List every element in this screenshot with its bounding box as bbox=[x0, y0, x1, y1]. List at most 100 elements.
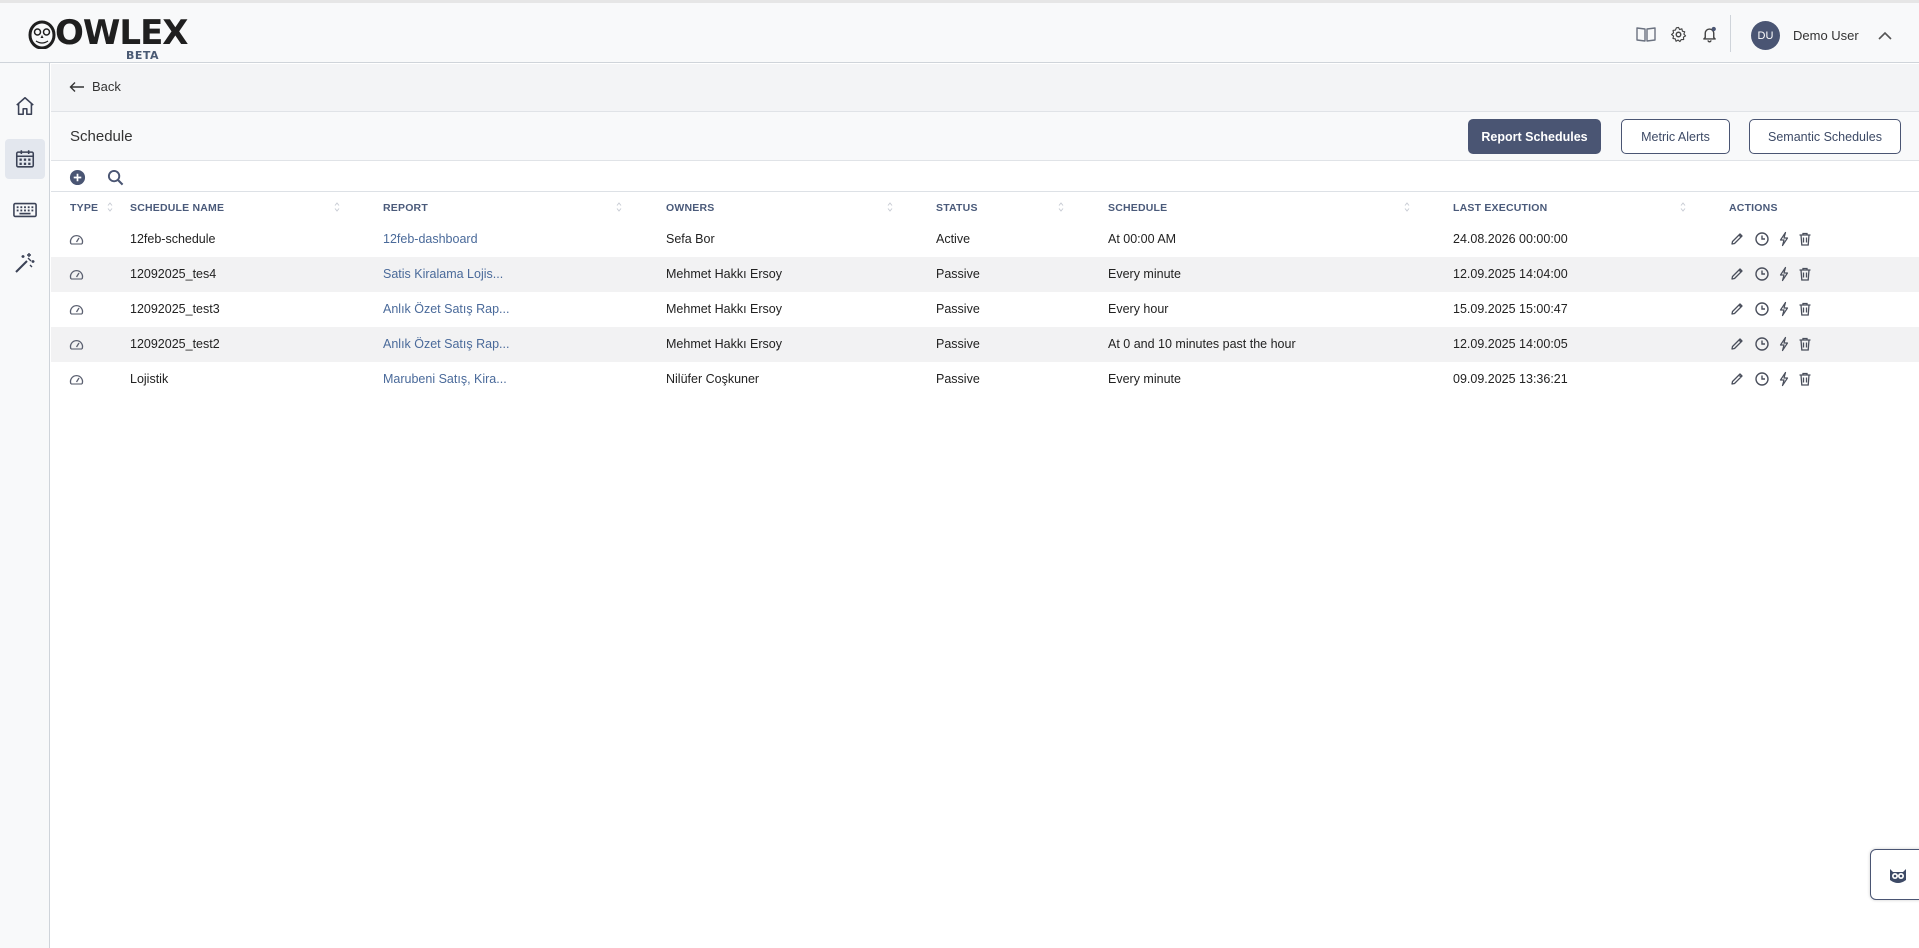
table-header: TYPE SCHEDULE NAME REPORT OWNERS STATUS … bbox=[51, 193, 1919, 222]
delete-icon[interactable] bbox=[1797, 301, 1813, 317]
history-icon[interactable] bbox=[1754, 336, 1770, 352]
chevron-up-icon[interactable] bbox=[1876, 27, 1894, 45]
cell-schedule: Every minute bbox=[1108, 267, 1181, 281]
sort-icon[interactable] bbox=[1404, 201, 1410, 213]
sort-icon[interactable] bbox=[334, 201, 340, 213]
cell-report-link[interactable]: 12feb-dashboard bbox=[383, 232, 478, 246]
run-now-icon[interactable] bbox=[1776, 301, 1792, 317]
cell-report-link[interactable]: Anlık Özet Satış Rap... bbox=[383, 302, 509, 316]
sort-icon[interactable] bbox=[1058, 201, 1064, 213]
column-header-schedule-name[interactable]: SCHEDULE NAME bbox=[130, 202, 224, 214]
cell-status: Passive bbox=[936, 337, 980, 351]
speedometer-icon bbox=[69, 339, 84, 350]
run-now-icon[interactable] bbox=[1776, 371, 1792, 387]
sidebar-item-home[interactable] bbox=[5, 86, 45, 126]
column-header-schedule[interactable]: SCHEDULE bbox=[1108, 202, 1167, 214]
sidebar-item-wizard[interactable] bbox=[5, 243, 45, 283]
run-now-icon[interactable] bbox=[1776, 336, 1792, 352]
cell-schedule-name: Lojistik bbox=[130, 372, 169, 386]
cell-schedule-name: 12092025_tes4 bbox=[130, 267, 217, 281]
schedules-table: TYPE SCHEDULE NAME REPORT OWNERS STATUS … bbox=[51, 193, 1919, 397]
speedometer-icon bbox=[69, 234, 84, 245]
user-name[interactable]: Demo User bbox=[1793, 28, 1859, 43]
cell-owners: Mehmet Hakkı Ersoy bbox=[666, 267, 783, 281]
cell-schedule-name: 12092025_test2 bbox=[130, 337, 220, 351]
column-header-report[interactable]: REPORT bbox=[383, 202, 428, 214]
search-icon[interactable] bbox=[107, 169, 124, 186]
cell-owners: Mehmet Hakkı Ersoy bbox=[666, 302, 783, 316]
assistant-button[interactable] bbox=[1870, 849, 1919, 900]
back-bar: Back bbox=[51, 64, 1919, 112]
table-row[interactable]: 12092025_test2 Anlık Özet Satış Rap... Meh… bbox=[51, 327, 1919, 362]
edit-icon[interactable] bbox=[1729, 371, 1745, 387]
cell-last-execution: 24.08.2026 00:00:00 bbox=[1453, 232, 1568, 246]
sort-icon[interactable] bbox=[1680, 201, 1686, 213]
gear-icon[interactable] bbox=[1668, 24, 1688, 44]
run-now-icon[interactable] bbox=[1776, 266, 1792, 282]
top-bar: OWLEX BETA DU Demo User bbox=[0, 0, 1919, 63]
cell-report-link[interactable]: Anlık Özet Satış Rap... bbox=[383, 337, 509, 351]
cell-report-link[interactable]: Satis Kiralama Lojis... bbox=[383, 267, 503, 281]
cell-owners: Mehmet Hakkı Ersoy bbox=[666, 337, 783, 351]
speedometer-icon bbox=[69, 304, 84, 315]
run-now-icon[interactable] bbox=[1776, 231, 1792, 247]
history-icon[interactable] bbox=[1754, 371, 1770, 387]
back-button[interactable]: Back bbox=[69, 79, 121, 94]
column-header-owners[interactable]: OWNERS bbox=[666, 202, 714, 214]
delete-icon[interactable] bbox=[1797, 231, 1813, 247]
back-label: Back bbox=[92, 79, 121, 94]
cell-last-execution: 12.09.2025 14:04:00 bbox=[1453, 267, 1568, 281]
cell-report-link[interactable]: Marubeni Satış, Kira... bbox=[383, 372, 507, 386]
sort-icon[interactable] bbox=[887, 201, 893, 213]
tab-semantic-schedules[interactable]: Semantic Schedules bbox=[1749, 119, 1901, 154]
column-header-type[interactable]: TYPE bbox=[70, 202, 98, 214]
logo-wordmark: OWLEX bbox=[55, 13, 189, 53]
cell-owners: Nilüfer Coşkuner bbox=[666, 372, 760, 386]
cell-schedule: At 0 and 10 minutes past the hour bbox=[1108, 337, 1296, 351]
column-header-actions: ACTIONS bbox=[1729, 202, 1778, 214]
sidebar-item-schedule[interactable] bbox=[5, 139, 45, 179]
delete-icon[interactable] bbox=[1797, 336, 1813, 352]
keyboard-icon bbox=[13, 202, 37, 218]
bell-icon[interactable] bbox=[1699, 24, 1719, 44]
table-row[interactable]: 12feb-schedule 12feb-dashboard Sefa Bor Act… bbox=[51, 222, 1919, 257]
edit-icon[interactable] bbox=[1729, 231, 1745, 247]
tab-report-schedules[interactable]: Report Schedules bbox=[1468, 119, 1601, 154]
cell-status: Passive bbox=[936, 302, 980, 316]
sidebar bbox=[0, 63, 50, 948]
cell-schedule: Every hour bbox=[1108, 302, 1169, 316]
sidebar-item-keyboard[interactable] bbox=[5, 190, 45, 230]
table-row[interactable]: Lojistik Marubeni Satış, Kira... Nilüfer C… bbox=[51, 362, 1919, 397]
magic-wand-icon bbox=[15, 253, 35, 273]
cell-owners: Sefa Bor bbox=[666, 232, 715, 246]
sort-icon[interactable] bbox=[107, 201, 113, 213]
owl-logo-icon bbox=[28, 20, 56, 49]
delete-icon[interactable] bbox=[1797, 266, 1813, 282]
calendar-icon bbox=[15, 150, 35, 168]
speedometer-icon bbox=[69, 269, 84, 280]
cell-schedule-name: 12feb-schedule bbox=[130, 232, 216, 246]
add-icon[interactable] bbox=[69, 169, 86, 186]
cell-status: Passive bbox=[936, 372, 980, 386]
table-toolbar bbox=[51, 162, 1919, 192]
cell-schedule: Every minute bbox=[1108, 372, 1181, 386]
edit-icon[interactable] bbox=[1729, 301, 1745, 317]
schedule-header: Schedule Report Schedules Metric Alerts … bbox=[51, 112, 1919, 161]
history-icon[interactable] bbox=[1754, 301, 1770, 317]
home-icon bbox=[16, 96, 34, 116]
owlex-logo[interactable]: OWLEX BETA bbox=[28, 16, 189, 62]
tab-metric-alerts[interactable]: Metric Alerts bbox=[1621, 119, 1730, 154]
history-icon[interactable] bbox=[1754, 266, 1770, 282]
history-icon[interactable] bbox=[1754, 231, 1770, 247]
edit-icon[interactable] bbox=[1729, 336, 1745, 352]
table-row[interactable]: 12092025_test3 Anlık Özet Satış Rap... Meh… bbox=[51, 292, 1919, 327]
column-header-last-execution[interactable]: LAST EXECUTION bbox=[1453, 202, 1547, 214]
column-header-status[interactable]: STATUS bbox=[936, 202, 978, 214]
table-row[interactable]: 12092025_tes4 Satis Kiralama Lojis... Mehm… bbox=[51, 257, 1919, 292]
avatar[interactable]: DU bbox=[1751, 21, 1780, 50]
sort-icon[interactable] bbox=[616, 201, 622, 213]
book-icon[interactable] bbox=[1636, 24, 1656, 44]
edit-icon[interactable] bbox=[1729, 266, 1745, 282]
beta-badge: BETA bbox=[126, 49, 160, 62]
delete-icon[interactable] bbox=[1797, 371, 1813, 387]
